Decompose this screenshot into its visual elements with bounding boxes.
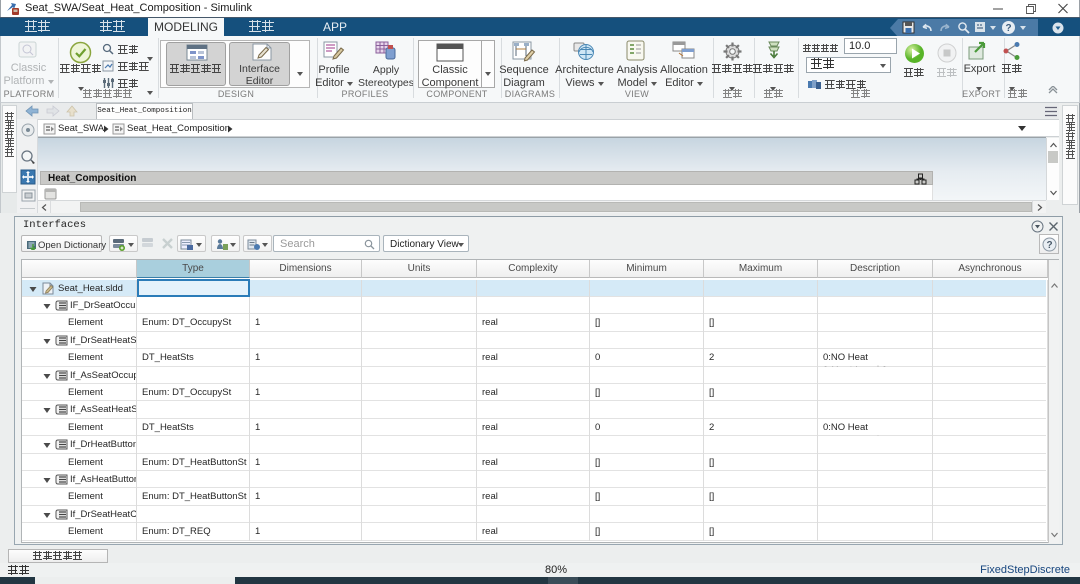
svg-text:?: ?	[1046, 240, 1052, 251]
svg-text:?: ?	[1005, 23, 1011, 34]
